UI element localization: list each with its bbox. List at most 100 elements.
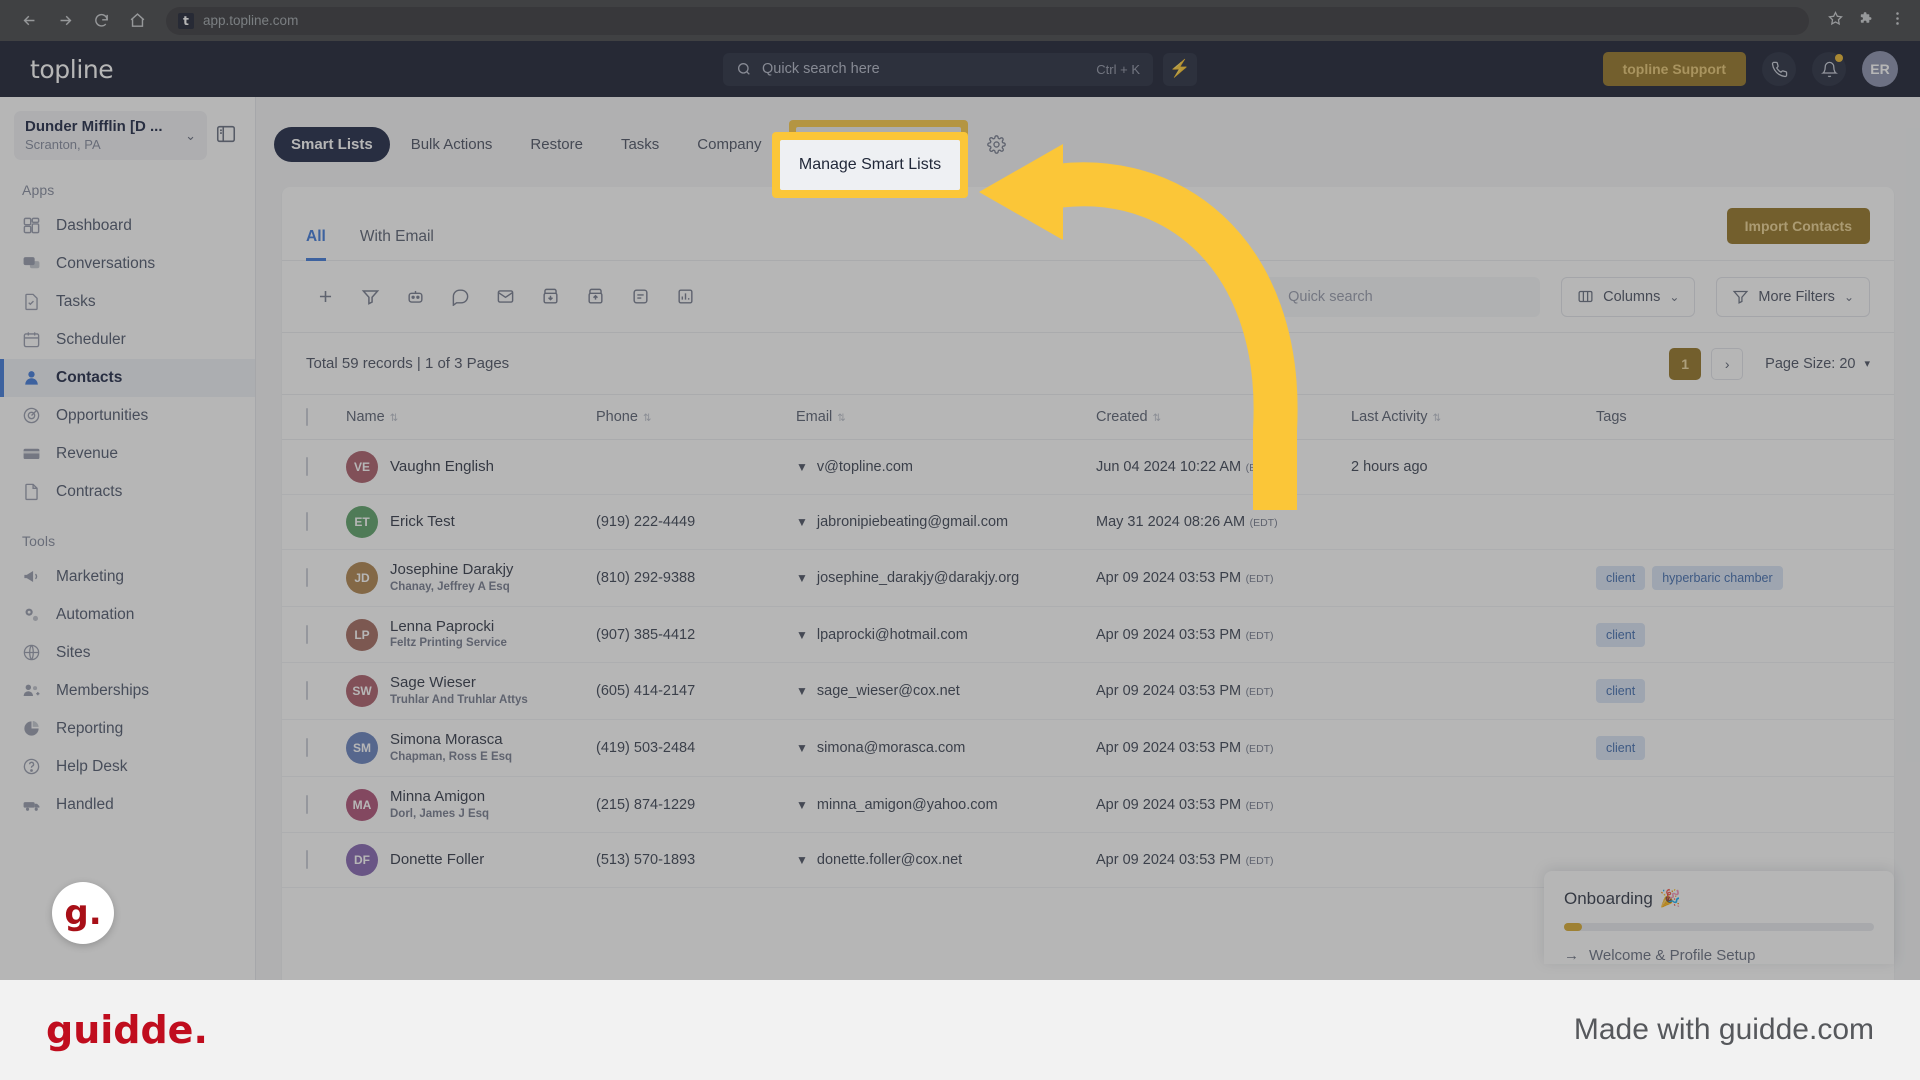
tag-chip[interactable]: client bbox=[1596, 735, 1646, 760]
sidebar-item-contracts[interactable]: Contracts bbox=[0, 473, 255, 511]
contact-email[interactable]: simona@morasca.com bbox=[817, 740, 965, 756]
col-header-last-activity[interactable]: Last Activity ⇅ bbox=[1341, 395, 1586, 440]
address-bar[interactable]: t app.topline.com bbox=[166, 6, 1809, 35]
chevron-right-icon[interactable]: › bbox=[1711, 347, 1744, 380]
row-select-cell[interactable] bbox=[282, 776, 336, 834]
export-contacts-icon[interactable] bbox=[576, 278, 614, 316]
sidebar-item-opportunities[interactable]: Opportunities bbox=[0, 397, 255, 435]
table-row[interactable]: JD Josephine Darakjy Chanay, Jeffrey A Esq… bbox=[282, 549, 1894, 607]
import-contacts-button[interactable]: Import Contacts bbox=[1726, 207, 1870, 244]
table-row[interactable]: MA Minna Amigon Dorl, James J Esq (215) 874… bbox=[282, 776, 1894, 834]
row-select-cell[interactable] bbox=[282, 549, 336, 607]
onboarding-panel[interactable]: Onboarding 🎉 → Welcome & Profile Setup bbox=[1544, 871, 1894, 964]
sidebar-item-dashboard[interactable]: Dashboard bbox=[0, 207, 255, 245]
select-all-checkbox[interactable] bbox=[306, 408, 308, 426]
contact-email[interactable]: lpaprocki@hotmail.com bbox=[817, 627, 968, 643]
more-filters-button[interactable]: More Filters ⌄ bbox=[1716, 276, 1870, 317]
row-select-cell[interactable] bbox=[282, 662, 336, 721]
row-checkbox[interactable] bbox=[306, 850, 308, 870]
tab-tasks[interactable]: Tasks bbox=[604, 127, 676, 162]
merge-contacts-icon[interactable] bbox=[621, 278, 659, 316]
tab-company[interactable]: Company bbox=[680, 127, 778, 162]
columns-button[interactable]: Columns ⌄ bbox=[1561, 276, 1696, 317]
contact-email[interactable]: v@topline.com bbox=[817, 459, 913, 475]
sidebar-item-reporting[interactable]: Reporting bbox=[0, 710, 255, 748]
email-icon[interactable] bbox=[486, 278, 524, 316]
contact-email[interactable]: josephine_darakjy@darakjy.org bbox=[817, 570, 1019, 586]
row-select-cell[interactable] bbox=[282, 439, 336, 495]
tab-smart-lists[interactable]: Smart Lists bbox=[274, 126, 390, 162]
table-row[interactable]: LP Lenna Paprocki Feltz Printing Service (9… bbox=[282, 606, 1894, 664]
lightning-bolt-icon[interactable]: ⚡ bbox=[1163, 52, 1197, 86]
contact-name[interactable]: Erick Test bbox=[390, 513, 455, 530]
tab-bulk-actions[interactable]: Bulk Actions bbox=[394, 127, 510, 162]
page-size-selector[interactable]: Page Size: 20 ▾ bbox=[1765, 356, 1870, 372]
tag-chip[interactable]: hyperbaric chamber bbox=[1652, 565, 1783, 590]
row-checkbox[interactable] bbox=[306, 512, 308, 531]
manage-smart-lists-highlight[interactable]: Manage Smart Lists bbox=[772, 132, 968, 198]
sidebar-item-memberships[interactable]: Memberships bbox=[0, 672, 255, 710]
contact-email[interactable]: donette.foller@cox.net bbox=[817, 852, 962, 868]
row-checkbox[interactable] bbox=[306, 794, 308, 814]
home-icon[interactable] bbox=[122, 6, 152, 36]
forward-arrow-icon[interactable] bbox=[50, 6, 80, 36]
col-header-phone[interactable]: Phone ⇅ bbox=[586, 395, 786, 440]
contact-email[interactable]: jabronipiebeating@gmail.com bbox=[817, 514, 1008, 530]
reload-icon[interactable] bbox=[86, 6, 116, 36]
contact-name[interactable]: Sage Wieser bbox=[390, 674, 476, 691]
contact-name[interactable]: Vaughn English bbox=[390, 458, 494, 475]
row-checkbox[interactable] bbox=[306, 737, 308, 757]
sidebar-item-marketing[interactable]: Marketing bbox=[0, 558, 255, 596]
tag-chip[interactable]: client bbox=[1596, 565, 1646, 590]
contact-name[interactable]: Lenna Paprocki bbox=[390, 618, 494, 635]
bookmark-star-icon[interactable] bbox=[1827, 10, 1844, 32]
support-button[interactable]: topline Support bbox=[1602, 52, 1746, 86]
sidebar-item-tasks[interactable]: Tasks bbox=[0, 283, 255, 321]
location-switcher[interactable]: Dunder Mifflin [D ... Scranton, PA ⌄ bbox=[14, 111, 207, 160]
tag-chip[interactable]: client bbox=[1596, 679, 1646, 704]
table-row[interactable]: SM Simona Morasca Chapman, Ross E Esq (419)… bbox=[282, 719, 1894, 777]
contact-name[interactable]: Josephine Darakjy bbox=[390, 561, 513, 578]
sms-message-icon[interactable] bbox=[441, 278, 479, 316]
select-all-header[interactable] bbox=[282, 395, 336, 440]
contact-name[interactable]: Donette Foller bbox=[390, 851, 484, 868]
row-checkbox[interactable] bbox=[306, 681, 308, 701]
puzzle-extensions-icon[interactable] bbox=[1858, 10, 1875, 32]
row-select-cell[interactable] bbox=[282, 832, 336, 889]
row-select-cell[interactable] bbox=[282, 606, 336, 664]
avatar[interactable]: ER bbox=[1862, 51, 1898, 87]
segment-with-email[interactable]: With Email bbox=[360, 228, 434, 260]
import-contacts-icon[interactable] bbox=[531, 278, 569, 316]
sidebar-item-sites[interactable]: Sites bbox=[0, 634, 255, 672]
sidebar-item-conversations[interactable]: Conversations bbox=[0, 245, 255, 283]
sidebar-item-scheduler[interactable]: Scheduler bbox=[0, 321, 255, 359]
contact-name[interactable]: Minna Amigon bbox=[390, 788, 485, 805]
sidebar-item-contacts[interactable]: Contacts bbox=[0, 359, 255, 397]
row-checkbox[interactable] bbox=[306, 567, 308, 587]
sidebar-item-automation[interactable]: Automation bbox=[0, 596, 255, 634]
quick-search-input[interactable]: Quick search here Ctrl + K bbox=[723, 52, 1153, 86]
page-1-button[interactable]: 1 bbox=[1669, 347, 1702, 380]
col-header-name[interactable]: Name ⇅ bbox=[336, 395, 586, 440]
filter-funnel-icon[interactable] bbox=[351, 278, 389, 316]
onboarding-step[interactable]: → Welcome & Profile Setup bbox=[1564, 947, 1874, 964]
table-row[interactable]: SW Sage Wieser Truhlar And Truhlar Attys (6… bbox=[282, 662, 1894, 721]
bot-icon[interactable] bbox=[396, 278, 434, 316]
contact-email[interactable]: minna_amigon@yahoo.com bbox=[817, 797, 998, 813]
panel-toggle-icon[interactable] bbox=[215, 123, 241, 149]
phone-icon[interactable] bbox=[1762, 52, 1796, 86]
sidebar-item-help-desk[interactable]: Help Desk bbox=[0, 748, 255, 786]
kebab-menu-icon[interactable] bbox=[1889, 10, 1906, 32]
row-select-cell[interactable] bbox=[282, 719, 336, 777]
sidebar-item-revenue[interactable]: Revenue bbox=[0, 435, 255, 473]
notification-bell-icon[interactable] bbox=[1812, 52, 1846, 86]
segment-all[interactable]: All bbox=[306, 228, 326, 261]
manage-smart-lists-tab[interactable]: Manage Smart Lists bbox=[780, 140, 960, 190]
contact-name[interactable]: Simona Morasca bbox=[390, 731, 503, 748]
row-checkbox[interactable] bbox=[306, 624, 308, 644]
back-arrow-icon[interactable] bbox=[14, 6, 44, 36]
contact-email[interactable]: sage_wieser@cox.net bbox=[817, 683, 960, 699]
tab-restore[interactable]: Restore bbox=[513, 127, 600, 162]
tag-chip[interactable]: client bbox=[1596, 622, 1646, 647]
bar-chart-icon[interactable] bbox=[666, 278, 704, 316]
